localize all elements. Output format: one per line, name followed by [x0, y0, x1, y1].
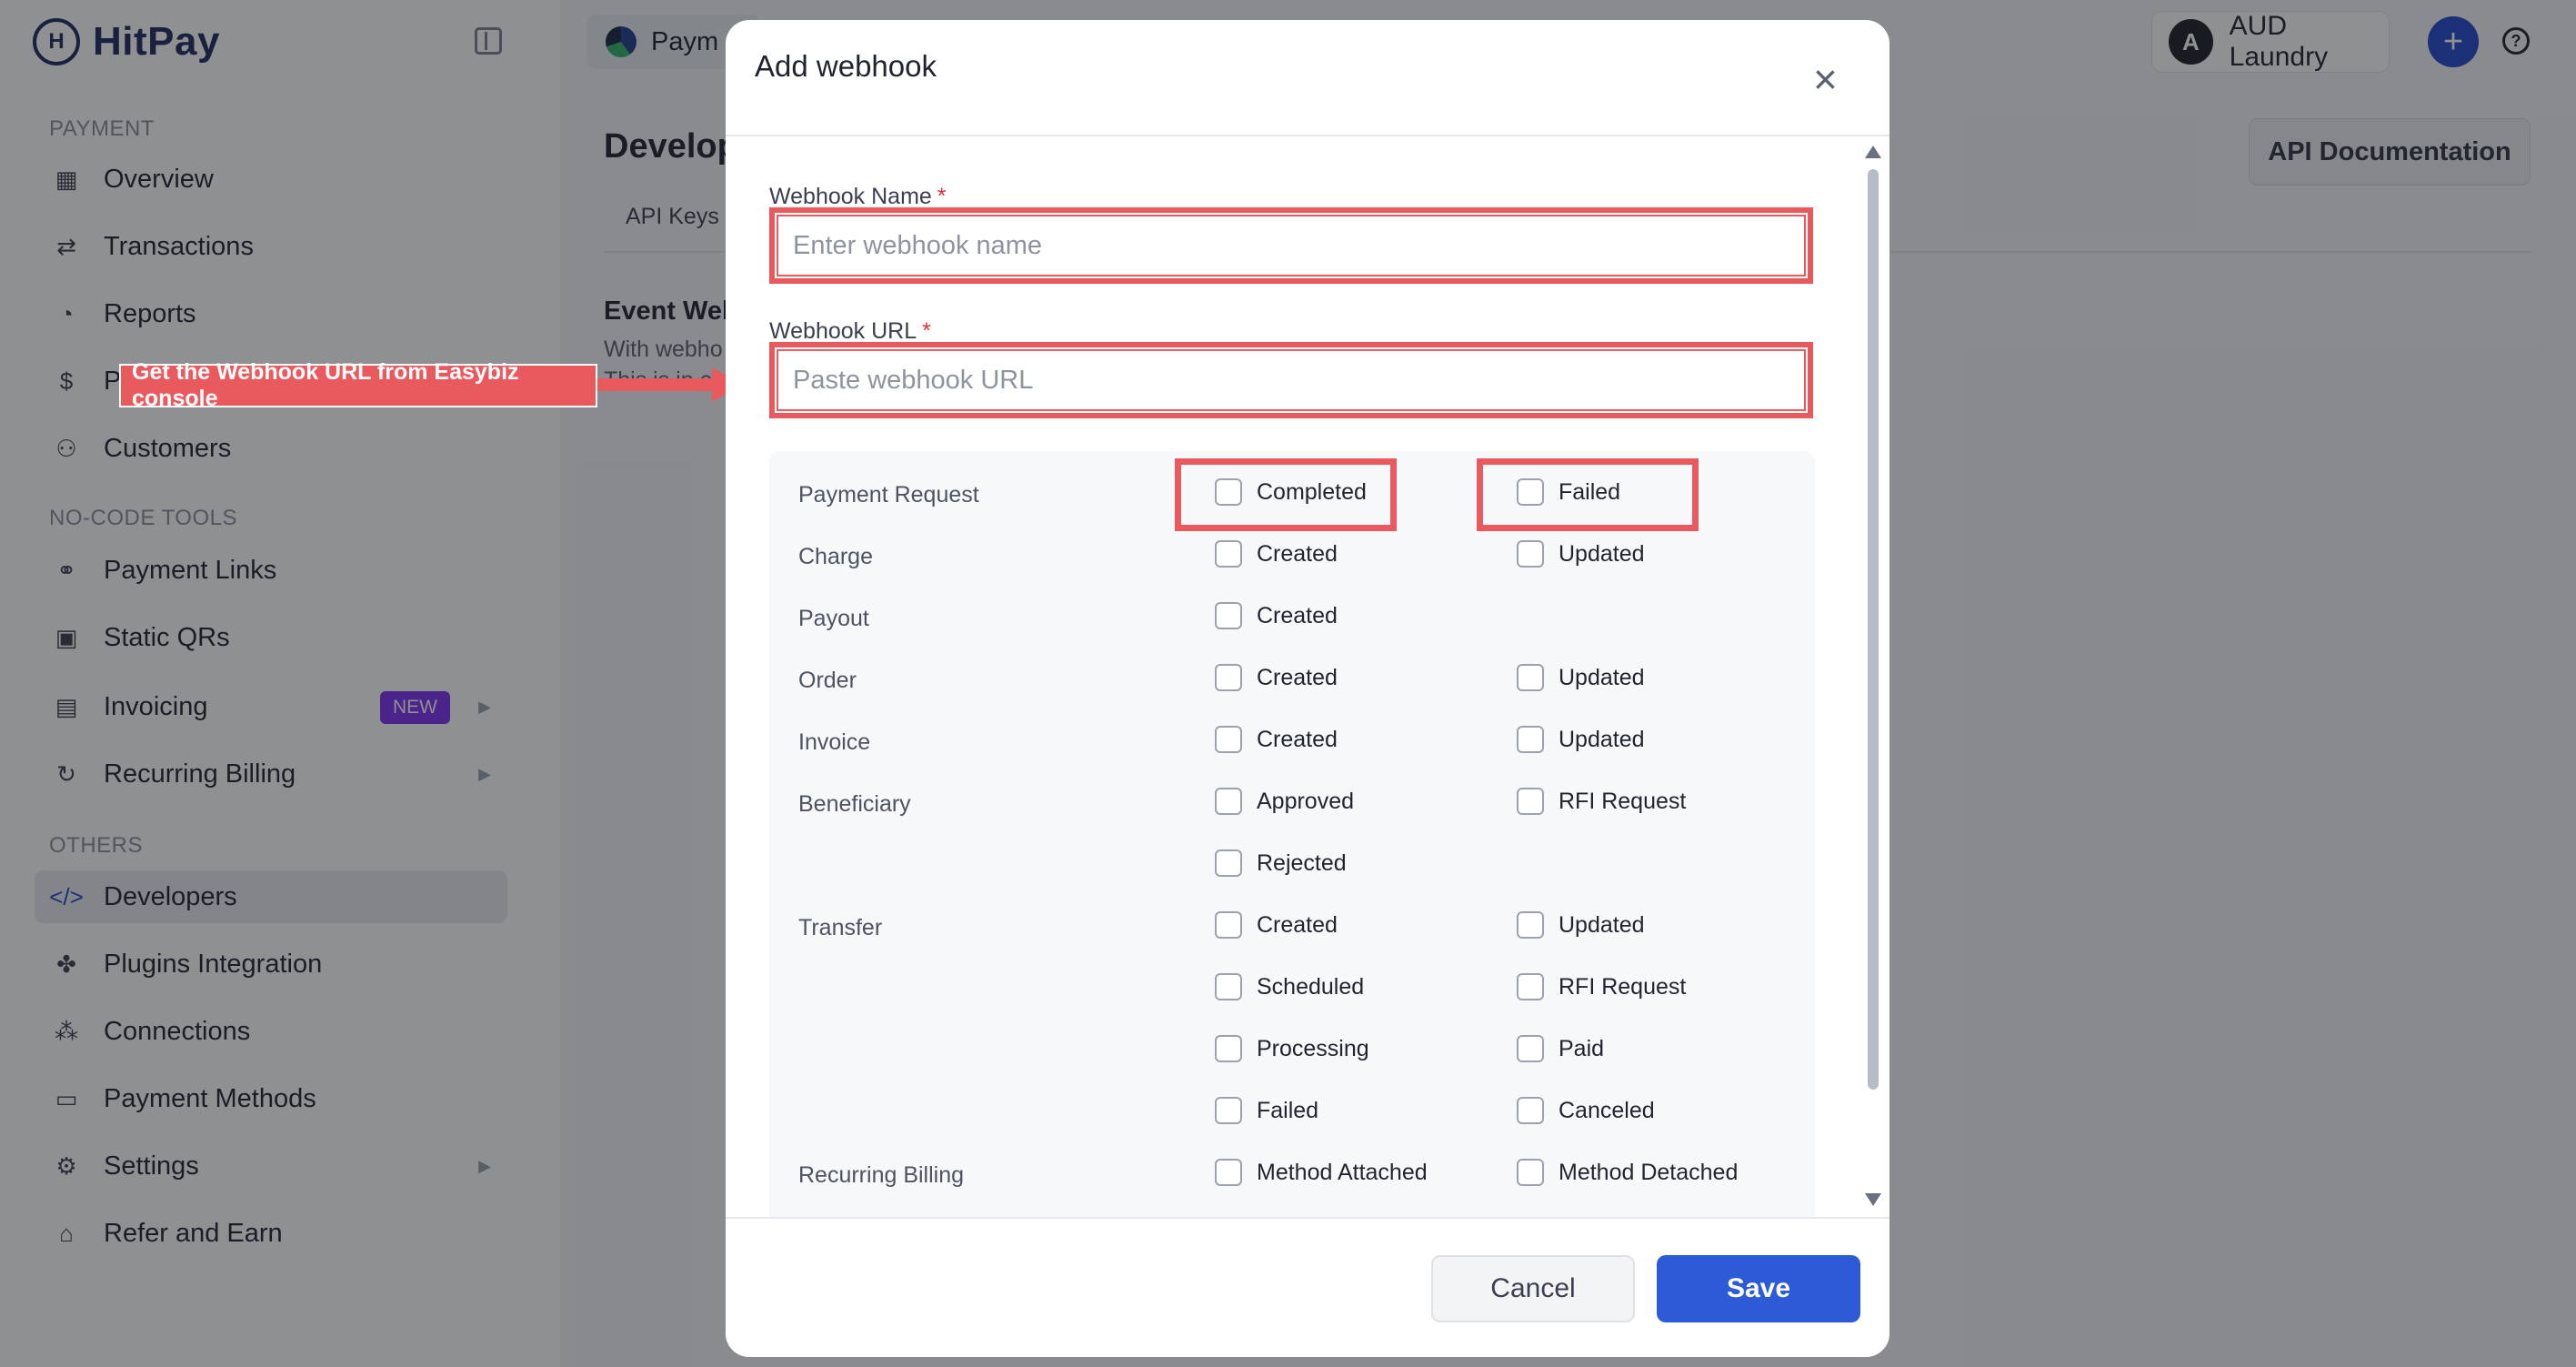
webhook-name-field[interactable] — [769, 207, 1813, 284]
checkbox-transfer-paid[interactable]: Paid — [1517, 1035, 1604, 1062]
modal-header: Add webhook × — [726, 20, 1889, 136]
checkbox-charge-updated[interactable]: Updated — [1517, 540, 1645, 568]
checkbox-label: Created — [1257, 664, 1338, 690]
checkbox[interactable] — [1215, 1097, 1242, 1124]
webhook-url-input[interactable] — [778, 351, 1804, 409]
checkbox-label: Completed — [1257, 478, 1367, 505]
checkbox-label: Approved — [1257, 788, 1355, 814]
checkbox-label: Scheduled — [1257, 973, 1365, 1000]
checkbox-invoice-created[interactable]: Created — [1215, 726, 1338, 753]
webhook-url-field[interactable] — [769, 342, 1813, 418]
scrollbar-thumb[interactable] — [1868, 169, 1879, 1090]
checkbox[interactable] — [1215, 849, 1242, 877]
modal-footer: Cancel Save — [726, 1217, 1889, 1357]
checkbox-transfer-canceled[interactable]: Canceled — [1517, 1097, 1655, 1124]
checkbox-payout-created[interactable]: Created — [1215, 602, 1338, 629]
checkbox-beneficiary-rejected[interactable]: Rejected — [1215, 849, 1347, 877]
scroll-up-arrow-icon[interactable] — [1865, 146, 1881, 158]
scroll-down-arrow-icon[interactable] — [1865, 1193, 1881, 1206]
checkbox-label: Failed — [1257, 1097, 1319, 1123]
checkbox[interactable] — [1215, 1159, 1242, 1186]
checkbox[interactable] — [1517, 664, 1544, 691]
required-mark: * — [922, 318, 931, 344]
checkbox[interactable] — [1517, 911, 1544, 939]
checkbox[interactable] — [1215, 602, 1242, 629]
webhook-name-input[interactable] — [778, 216, 1804, 275]
checkbox-payment-request-failed[interactable]: Failed — [1517, 478, 1620, 506]
checkbox-label: Rejected — [1257, 849, 1347, 876]
checkbox-label: Updated — [1559, 540, 1645, 567]
add-webhook-modal: Add webhook × Webhook Name* Webhook URL*… — [726, 20, 1889, 1357]
event-label-payment-request: Payment Request — [798, 482, 979, 508]
event-label-order: Order — [798, 668, 857, 693]
checkbox[interactable] — [1215, 478, 1242, 506]
checkbox-order-created[interactable]: Created — [1215, 664, 1338, 691]
checkbox-charge-created[interactable]: Created — [1215, 540, 1338, 568]
checkbox[interactable] — [1517, 726, 1544, 753]
event-label-recurring-billing: Recurring Billing — [798, 1162, 965, 1188]
checkbox-label: RFI Request — [1559, 788, 1687, 814]
checkbox-beneficiary-approved[interactable]: Approved — [1215, 788, 1354, 815]
checkbox-invoice-updated[interactable]: Updated — [1517, 726, 1645, 753]
checkbox-transfer-failed[interactable]: Failed — [1215, 1097, 1318, 1124]
checkbox-label: Updated — [1559, 911, 1645, 938]
checkbox[interactable] — [1215, 664, 1242, 691]
checkbox-label: Created — [1257, 540, 1338, 567]
webhook-name-label: Webhook Name * — [769, 184, 947, 210]
checkbox-label: Created — [1257, 602, 1338, 628]
checkbox[interactable] — [1215, 788, 1242, 815]
checkbox-order-updated[interactable]: Updated — [1517, 664, 1645, 691]
cancel-button[interactable]: Cancel — [1431, 1255, 1635, 1322]
checkbox-label: Created — [1257, 911, 1338, 938]
checkbox[interactable] — [1215, 1035, 1242, 1062]
checkbox[interactable] — [1215, 973, 1242, 1000]
checkbox-label: Updated — [1559, 664, 1645, 690]
checkbox-recurring-billing-method-detached[interactable]: Method Detached — [1517, 1159, 1738, 1186]
checkbox-recurring-billing-method-attached[interactable]: Method Attached — [1215, 1159, 1428, 1186]
event-label-invoice: Invoice — [798, 729, 871, 755]
checkbox[interactable] — [1517, 1159, 1544, 1186]
checkbox-label: Failed — [1559, 478, 1621, 505]
checkbox-label: Canceled — [1559, 1097, 1655, 1123]
checkbox-label: Created — [1257, 726, 1338, 752]
close-icon[interactable]: × — [1813, 58, 1838, 100]
checkbox[interactable] — [1517, 1035, 1544, 1062]
event-label-transfer: Transfer — [798, 915, 883, 940]
checkbox-label: RFI Request — [1559, 973, 1687, 1000]
modal-title: Add webhook — [755, 49, 937, 83]
checkbox-transfer-updated[interactable]: Updated — [1517, 911, 1645, 939]
checkbox[interactable] — [1517, 540, 1544, 568]
checkbox-label: Method Attached — [1257, 1159, 1428, 1185]
save-button[interactable]: Save — [1657, 1255, 1860, 1322]
annotation-arrow-shaft — [597, 378, 714, 391]
checkbox-label: Paid — [1559, 1035, 1605, 1061]
event-label-payout: Payout — [798, 606, 869, 631]
checkbox-transfer-scheduled[interactable]: Scheduled — [1215, 973, 1364, 1000]
required-mark: * — [937, 184, 947, 209]
checkbox-label: Method Detached — [1559, 1159, 1739, 1185]
checkbox-transfer-processing[interactable]: Processing — [1215, 1035, 1369, 1062]
webhook-name-label-text: Webhook Name — [769, 184, 932, 209]
checkbox-transfer-created[interactable]: Created — [1215, 911, 1338, 939]
checkbox[interactable] — [1517, 973, 1544, 1000]
checkbox-transfer-rfi-request[interactable]: RFI Request — [1517, 973, 1686, 1000]
webhook-url-label: Webhook URL * — [769, 318, 931, 345]
webhook-url-label-text: Webhook URL — [769, 318, 917, 344]
checkbox-label: Updated — [1559, 726, 1645, 752]
checkbox[interactable] — [1215, 726, 1242, 753]
checkbox[interactable] — [1215, 540, 1242, 568]
checkbox[interactable] — [1215, 911, 1242, 939]
event-label-charge: Charge — [798, 544, 873, 569]
checkbox-payment-request-completed[interactable]: Completed — [1215, 478, 1367, 506]
annotation-callout: Get the Webhook URL from Easybiz console — [119, 359, 597, 411]
event-label-beneficiary: Beneficiary — [798, 791, 911, 817]
checkbox-label: Processing — [1257, 1035, 1369, 1061]
checkbox[interactable] — [1517, 788, 1544, 815]
checkbox-beneficiary-rfi-request[interactable]: RFI Request — [1517, 788, 1686, 815]
checkbox[interactable] — [1517, 478, 1544, 506]
checkbox[interactable] — [1517, 1097, 1544, 1124]
